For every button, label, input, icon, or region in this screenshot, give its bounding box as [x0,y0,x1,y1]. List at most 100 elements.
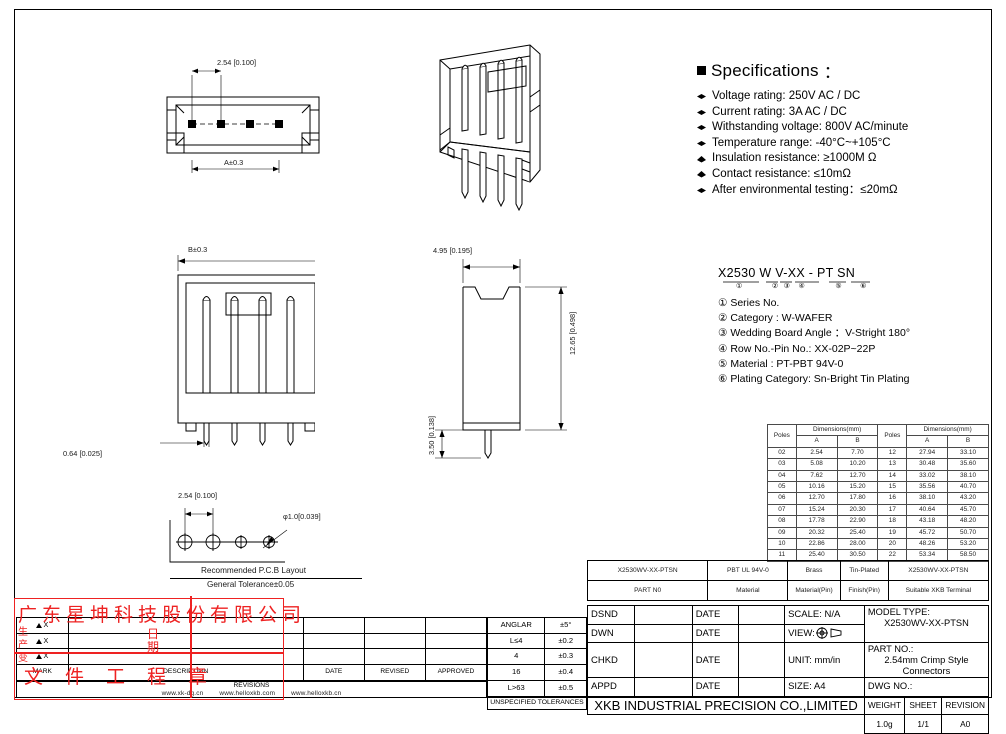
url-link[interactable]: www.helloxkb.com [219,690,275,697]
spec-text: Withstanding voltage: 800V AC/minute [712,121,909,134]
date-value-chkd[interactable] [737,642,786,678]
revision-description[interactable] [67,617,304,634]
spec-item: Current rating: 3A AC / DC [697,105,987,121]
diamond-bullet-icon [697,187,706,193]
revision-header-description: DESCRIPTION [67,664,304,681]
role-label-chkd: CHKD [587,642,635,678]
diamond-bullet-icon [697,125,706,131]
revision-footer: REVISIONS www.xk-dg.cn www.helloxkb.com … [16,681,487,698]
revision-revised[interactable] [363,617,426,634]
dim-row: 10 22.86 28.00 20 48.26 53.20 [767,538,989,551]
date-label-chkd: DATE [691,642,739,678]
revision-value: A0 [941,714,989,734]
part-number-legend-item: ④ Row No.-Pin No.: XX-02P~22P [718,342,876,355]
revision-date[interactable] [302,648,365,666]
revision-description[interactable] [67,632,304,650]
role-value-dwn[interactable] [633,623,693,643]
diamond-bullet-icon [697,109,706,115]
revision-approved[interactable] [424,632,488,650]
dim-b-right: 43.20 [947,492,989,505]
material-value: PBT UL 94V-0 [707,560,789,581]
dim-poles-right: 14 [877,469,908,483]
dim-row: 08 17.78 22.90 18 43.18 48.20 [767,515,989,528]
pcb-caption-underline [170,578,362,579]
url-link[interactable]: www.helloxkb.cn [291,690,341,697]
dim-a-left: 10.16 [795,481,838,494]
part-number-legend-item: ② Category : W-WAFER [718,312,833,325]
spec-text: Temperature range: -40°C~+105°C [712,136,891,149]
dim-a-left: 12.70 [795,492,838,505]
dim-row: 09 20.32 25.40 19 45.72 50.70 [767,526,989,540]
part-number-decode-section: X2530 W V-XX - PT SN ① ② ③ ④ ⑤ ⑥ ① Serie… [718,266,988,387]
specifications-title-colon: ： [823,63,841,82]
spec-item: Voltage rating: 250V AC / DC [697,89,987,105]
dim-row: 07 15.24 20.30 17 40.64 45.70 [767,503,989,517]
side-view-width-label: 4.95 [0.195] [433,246,473,255]
tolerance-range: 4 [486,648,546,666]
diamond-bullet-icon [697,94,706,100]
dim-poles-left: 02 [767,446,797,460]
role-label-dsnd: DSND [587,605,635,625]
tolerance-row: 16 ±0.4 [486,664,587,681]
revision-approved[interactable] [424,648,488,666]
diamond-bullet-icon [697,141,706,147]
dim-poles-left: 06 [767,492,797,505]
role-label-dwn: DWN [587,623,635,643]
side-view-height-label: 12.65 [0.498] [568,311,577,355]
dim-a-right: 45.72 [906,526,949,540]
dim-b-left: 22.90 [836,515,879,528]
role-value-chkd[interactable] [633,642,693,678]
dim-a-right: 30.48 [906,458,949,471]
date-label-appd: DATE [691,677,739,697]
dim-b-right: 35.60 [947,458,989,471]
square-bullet-icon [697,66,706,75]
date-value-dsnd[interactable] [737,605,786,625]
pcb-layout-drawing [150,490,370,575]
date-value-dwn[interactable] [737,623,786,643]
material-label: Finish(Pin) [839,580,889,601]
revision-date[interactable] [302,632,365,650]
dim-header-poles-left: Poles [767,424,797,448]
revision-approved[interactable] [424,617,488,634]
revision-description[interactable] [67,648,304,666]
date-label-dsnd: DATE [691,605,739,625]
dim-b-left: 17.80 [836,492,879,505]
date-value-appd[interactable] [737,677,786,697]
specifications-list: Voltage rating: 250V AC / DC Current rat… [697,89,987,198]
dim-poles-left: 05 [767,481,797,494]
weight-label: WEIGHT [863,695,906,715]
part-number-legend-item: ⑥ Plating Category: Sn-Bright Tin Platin… [718,373,910,386]
pcb-pitch-label: 2.54 [0.100] [178,491,218,500]
isometric-view-drawing [418,42,588,217]
tolerance-row: ANGLAR ±5° [486,617,587,634]
revision-revised[interactable] [363,632,426,650]
sheet-value: 1/1 [904,714,943,734]
dim-row: 05 10.16 15.20 15 35.56 40.70 [767,481,989,494]
dim-a-right: 48.26 [906,538,949,551]
spec-text: Voltage rating: 250V AC / DC [712,90,861,102]
revision-header-approved: APPROVED [424,664,488,681]
front-view-pin-width-label: 0.64 [0.025] [63,449,103,458]
revisions-title: REVISIONS [233,682,270,689]
material-values-row: X2530WV-XX-PTSN PBT UL 94V-0 Brass Tin-P… [586,560,990,581]
specifications-title-text: Specifications [711,60,819,80]
dim-a-right: 33.02 [906,469,949,483]
url-link[interactable]: www.xk-dg.cn [162,690,204,697]
dim-poles-right: 17 [877,503,908,517]
role-label-appd: APPD [587,677,635,697]
dim-poles-left: 10 [767,538,797,551]
revision-date[interactable] [302,617,365,634]
spec-item: Insulation resistance: ≥1000M Ω [697,151,987,167]
weight-value: 1.0g [863,714,906,734]
spec-item: After environmental testing：≤20mΩ [697,183,987,199]
dim-b-right: 33.10 [947,446,989,460]
revision-revised[interactable] [363,648,426,666]
dim-a-left: 22.86 [795,538,838,551]
role-value-appd[interactable] [633,677,693,697]
role-value-dsnd[interactable] [633,605,693,625]
spec-text: After environmental testing：≤20mΩ [712,183,898,196]
side-view-pin-length-label: 3.50 [0.138] [427,415,436,455]
dim-b-right: 45.70 [947,503,989,517]
revision-row: X [16,632,488,650]
tolerance-range: 16 [486,664,546,681]
